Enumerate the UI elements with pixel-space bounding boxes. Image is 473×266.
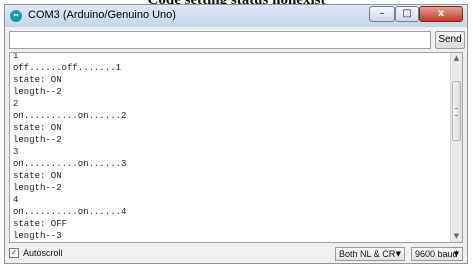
output-line: length--2 <box>13 135 62 145</box>
output-line: state: ON <box>13 75 62 85</box>
baud-rate-select[interactable]: 9600 baud ▼ <box>411 247 463 261</box>
chevron-down-icon: ▼ <box>453 250 459 258</box>
serial-output[interactable]: 1 off......off.......1 state: ON length--2 2… <box>9 52 463 243</box>
serial-input[interactable] <box>9 31 431 49</box>
output-line: state: OFF <box>13 219 68 229</box>
baud-rate-value: 9600 baud <box>415 249 458 259</box>
scroll-thumb[interactable] <box>452 81 461 141</box>
scroll-down-icon[interactable]: ▼ <box>451 231 462 242</box>
output-line: 1 <box>13 52 19 61</box>
output-line: length--3 <box>13 231 62 241</box>
minimize-button[interactable]: – <box>369 6 395 22</box>
output-line: on..........on......3 <box>13 159 127 169</box>
output-line: 3 <box>13 147 19 157</box>
output-line: state: ON <box>13 123 62 133</box>
footer-bar: ✓ Autoscroll Both NL & CR ▼ 9600 baud ▼ <box>9 247 463 261</box>
grip-icon <box>455 108 458 116</box>
window-title: COM3 (Arduino/Genuino Uno) <box>28 9 176 21</box>
autoscroll-checkbox[interactable]: ✓ <box>9 248 19 258</box>
autoscroll-label: Autoscroll <box>23 248 63 258</box>
line-ending-value: Both NL & CR <box>339 249 396 259</box>
output-line: on..........on......4 <box>13 207 127 217</box>
output-line: off......off.......1 <box>13 63 122 73</box>
output-line: length--2 <box>13 87 62 97</box>
output-line: state: ON <box>13 171 62 181</box>
send-button[interactable]: Send <box>435 31 465 49</box>
title-bar[interactable]: ∞ COM3 (Arduino/Genuino Uno) – □ x <box>5 5 467 27</box>
maximize-button[interactable]: □ <box>395 6 419 22</box>
output-line: 2 <box>13 99 19 109</box>
scroll-up-icon[interactable]: ▲ <box>451 53 462 64</box>
vertical-scrollbar[interactable]: ▲ ▼ <box>450 53 462 242</box>
chevron-down-icon: ▼ <box>395 250 401 258</box>
close-button[interactable]: x <box>419 6 463 22</box>
serial-monitor-window: ∞ COM3 (Arduino/Genuino Uno) – □ x Send … <box>4 4 468 264</box>
send-row: Send <box>9 31 465 49</box>
output-line: 5 <box>13 242 126 243</box>
output-lines: 1 off......off.......1 state: ON length--2 2… <box>13 52 127 243</box>
output-line: 4 <box>13 195 19 205</box>
output-line: on..........on......2 <box>13 111 127 121</box>
output-line: length--2 <box>13 183 62 193</box>
line-ending-select[interactable]: Both NL & CR ▼ <box>335 247 405 261</box>
arduino-icon: ∞ <box>10 10 22 22</box>
